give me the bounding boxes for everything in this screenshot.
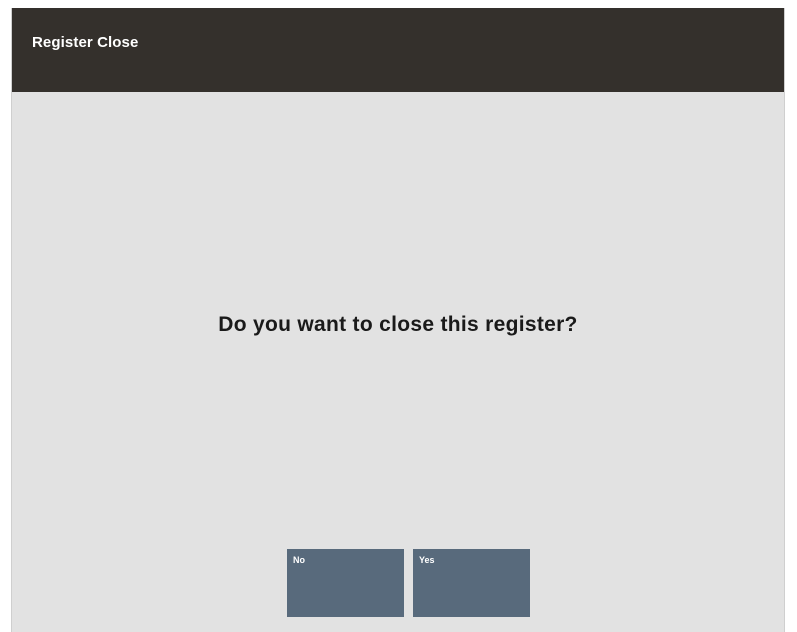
title-bar: Register Close — [12, 8, 784, 92]
yes-button-label: Yes — [419, 555, 435, 565]
no-button-label: No — [293, 555, 305, 565]
no-button[interactable]: No — [287, 549, 404, 617]
register-close-window: Register Close Do you want to close this… — [11, 8, 785, 632]
yes-button[interactable]: Yes — [413, 549, 530, 617]
confirmation-prompt: Do you want to close this register? — [218, 313, 578, 336]
window-title: Register Close — [32, 34, 139, 51]
